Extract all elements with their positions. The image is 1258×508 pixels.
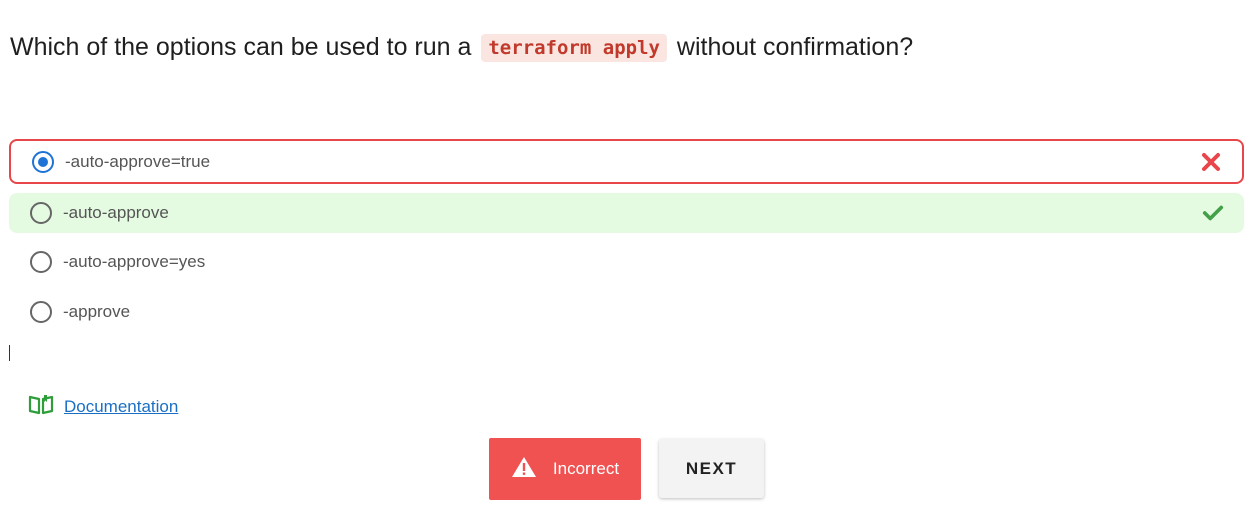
check-icon: [1202, 202, 1224, 224]
answer-option[interactable]: -auto-approve=true: [9, 139, 1244, 184]
warning-icon: [511, 456, 537, 483]
quiz-page: Which of the options can be used to run …: [0, 0, 1258, 508]
answer-option[interactable]: -auto-approve=yes: [9, 242, 1244, 282]
question-after: without confirmation?: [669, 33, 914, 61]
radio-unselected[interactable]: [30, 251, 52, 273]
incorrect-label: Incorrect: [552, 459, 620, 478]
text-cursor: [9, 345, 10, 361]
option-label: -auto-approve=yes: [63, 252, 206, 271]
answer-options: -auto-approve=true -auto-approve -auto-a…: [9, 139, 1244, 342]
next-button[interactable]: NEXT: [659, 439, 764, 498]
option-label: -auto-approve: [63, 203, 169, 222]
documentation-link[interactable]: Documentation: [28, 393, 178, 420]
documentation-link-text[interactable]: Documentation: [64, 397, 178, 417]
radio-unselected[interactable]: [30, 202, 52, 224]
answer-option[interactable]: -auto-approve: [9, 193, 1244, 233]
question-code: terraform apply: [481, 34, 667, 62]
radio-unselected[interactable]: [30, 301, 52, 323]
option-label: -approve: [63, 302, 131, 321]
question-before: Which of the options can be used to run …: [10, 33, 479, 61]
option-label: -auto-approve=true: [65, 151, 211, 171]
answer-option[interactable]: -approve: [9, 292, 1244, 332]
radio-selected[interactable]: [32, 150, 54, 173]
close-icon: [1200, 151, 1222, 173]
incorrect-button[interactable]: Incorrect: [489, 438, 641, 500]
book-icon: [28, 393, 54, 420]
question-text: Which of the options can be used to run …: [10, 30, 913, 66]
